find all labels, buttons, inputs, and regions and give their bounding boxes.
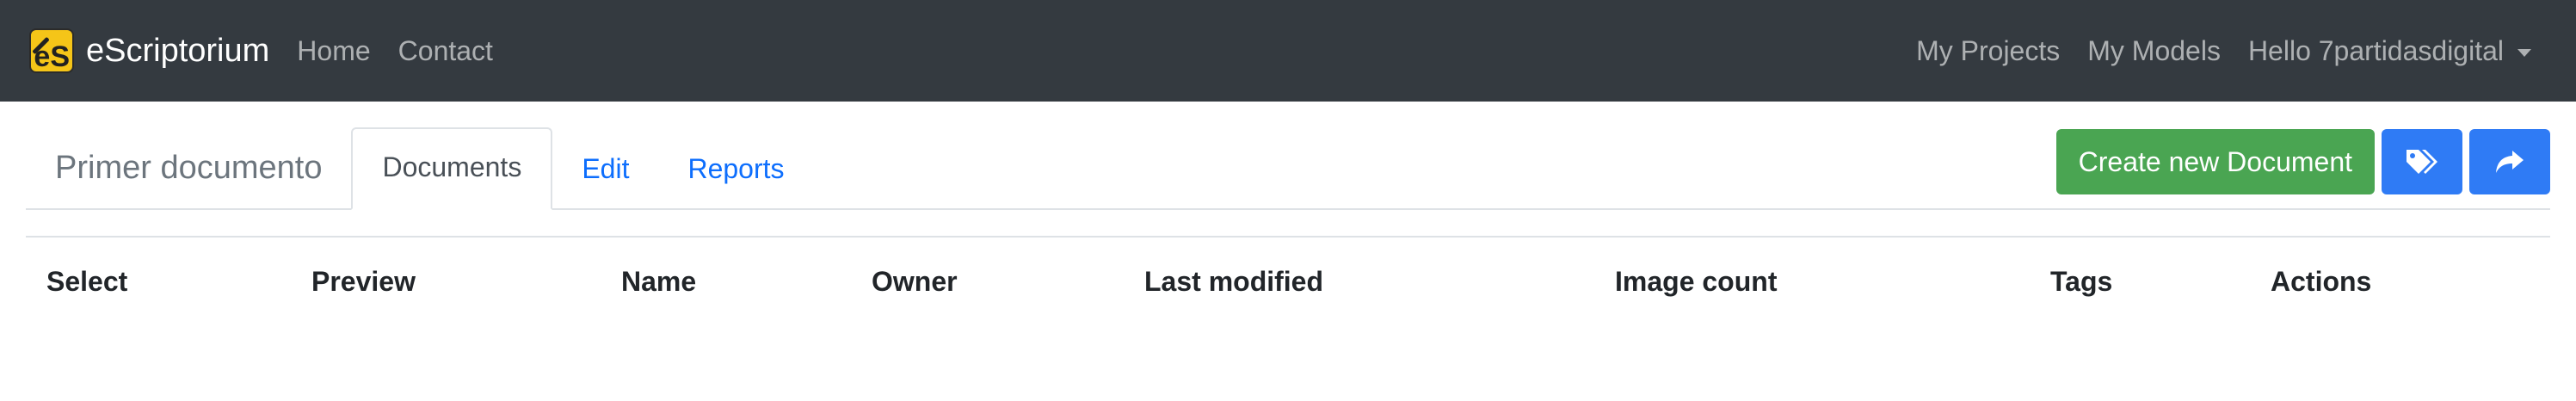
create-document-button[interactable]: Create new Document [2055,129,2375,194]
table-header-row: Select Preview Name Owner Last modified … [26,238,2550,325]
tags-button[interactable] [2382,129,2462,194]
tab-documents[interactable]: Documents [351,127,553,210]
share-button[interactable] [2469,129,2550,194]
column-header-tags[interactable]: Tags [2050,266,2112,298]
user-menu-dropdown[interactable]: Hello 7partidasdigital [2248,35,2531,67]
brand-name: eScriptorium [86,32,270,69]
nav-home-link[interactable]: Home [297,35,370,67]
project-title: Primer documento [55,150,323,186]
column-header-image-count[interactable]: Image count [1615,266,1777,298]
nav-my-models-link[interactable]: My Models [2087,35,2221,67]
column-header-actions: Actions [2271,265,2372,297]
tags-icon [2405,147,2439,176]
documents-table: Select Preview Name Owner Last modified … [26,236,2550,325]
column-header-last-modified[interactable]: Last modified [1144,266,1323,298]
main-nav: Home Contact [297,35,521,67]
column-header-owner[interactable]: Owner [872,266,958,298]
column-header-name[interactable]: Name [621,266,696,298]
caret-down-icon [2517,48,2531,57]
top-navbar: eS eScriptorium Home Contact My Projects… [0,0,2576,102]
brand-link[interactable]: eS eScriptorium [29,28,269,73]
column-header-preview[interactable]: Preview [311,266,416,298]
project-actions: Create new Document [2049,129,2550,194]
project-tab-bar: Primer documento Documents Edit Reports … [26,127,2550,210]
column-header-select[interactable]: Select [46,266,127,298]
logo-text: eS [34,40,70,73]
escriptorium-logo-icon: eS [29,28,74,73]
user-menu-label: Hello 7partidasdigital [2247,34,2504,66]
tab-reports[interactable]: Reports [658,129,813,208]
tab-edit[interactable]: Edit [552,129,658,208]
user-nav: My Projects My Models Hello 7partidasdig… [1889,35,2531,67]
nav-my-projects-link[interactable]: My Projects [1916,35,2060,67]
share-icon [2494,149,2525,175]
nav-contact-link[interactable]: Contact [398,35,493,67]
